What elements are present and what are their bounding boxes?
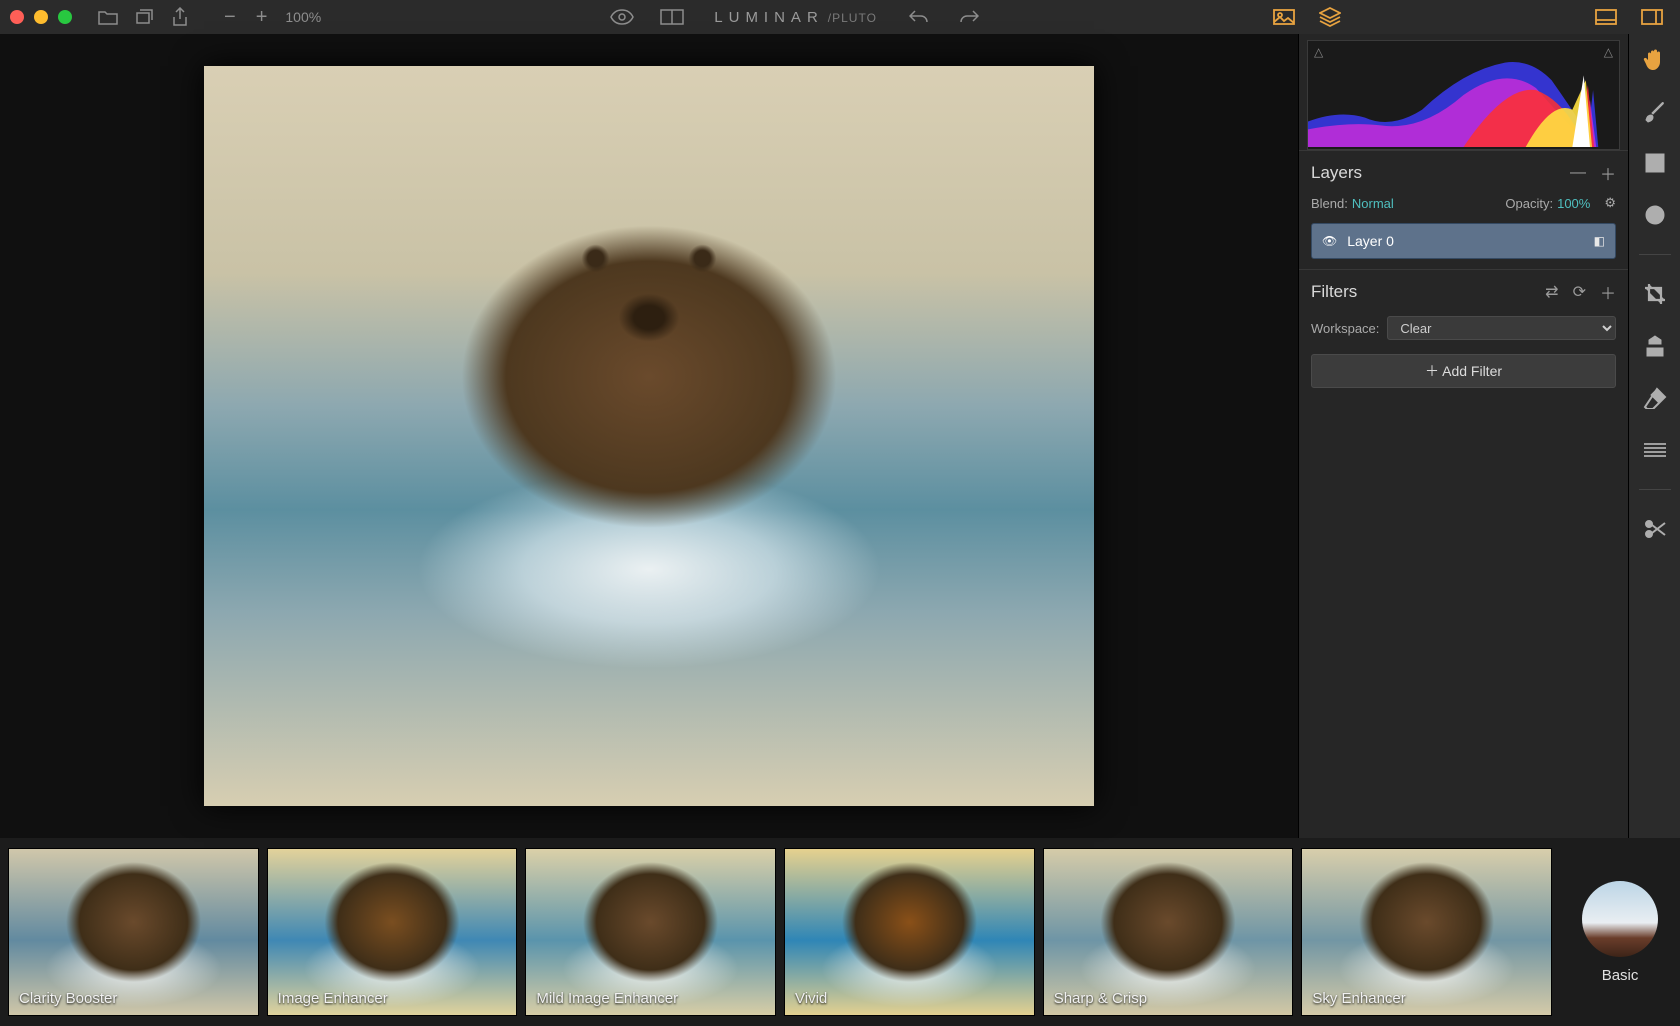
layer-mask-icon[interactable]: ◧ [1594, 234, 1605, 248]
preset-label: Vivid [795, 990, 827, 1007]
layer-item[interactable]: 👁 Layer 0 ◧ [1311, 223, 1616, 259]
panel-bottom-icon[interactable] [1594, 5, 1618, 29]
app-title: LUMINAR/PLUTO [714, 9, 877, 26]
workspace-select[interactable]: Clear [1387, 316, 1616, 340]
opacity-value[interactable]: 100% [1557, 196, 1590, 211]
brush-tool[interactable] [1640, 96, 1670, 126]
layers-title: Layers [1311, 163, 1362, 183]
image-canvas[interactable] [204, 66, 1094, 806]
layer-name: Layer 0 [1347, 233, 1394, 249]
preset-clarity-booster[interactable]: Clarity Booster [8, 848, 259, 1016]
preset-image-enhancer[interactable]: Image Enhancer [267, 848, 518, 1016]
zoom-out-button[interactable]: − [218, 6, 242, 29]
preset-mild-image-enhancer[interactable]: Mild Image Enhancer [525, 848, 776, 1016]
window-minimize-button[interactable] [34, 10, 48, 24]
remove-layer-button[interactable]: — [1570, 164, 1586, 182]
titlebar: − + 100% LUMINAR/PLUTO [0, 0, 1680, 34]
layers-panel: Layers — ＋ Blend: Normal Opacity: 100% ⚙… [1299, 150, 1628, 269]
scissors-tool[interactable] [1640, 514, 1670, 544]
preset-sky-enhancer[interactable]: Sky Enhancer [1301, 848, 1552, 1016]
undo-icon[interactable] [907, 5, 931, 29]
add-filter-button[interactable]: ＋ Add Filter [1311, 354, 1616, 388]
workspace-label: Workspace: [1311, 321, 1379, 336]
window-controls [10, 10, 72, 24]
preset-strip: Clarity Booster Image Enhancer Mild Imag… [0, 838, 1680, 1026]
preset-vivid[interactable]: Vivid [784, 848, 1035, 1016]
share-icon[interactable] [168, 5, 192, 29]
window-close-button[interactable] [10, 10, 24, 24]
compare-split-icon[interactable] [660, 5, 684, 29]
panel-side-icon[interactable] [1640, 5, 1664, 29]
preset-label: Sky Enhancer [1312, 990, 1405, 1007]
window-maximize-button[interactable] [58, 10, 72, 24]
blend-label: Blend: [1311, 196, 1348, 211]
zoom-value[interactable]: 100% [281, 9, 325, 25]
erase-tool[interactable] [1640, 383, 1670, 413]
preset-label: Clarity Booster [19, 990, 117, 1007]
preset-category-button[interactable]: Basic [1560, 848, 1680, 1016]
hand-tool[interactable] [1640, 44, 1670, 74]
layers-toggle-icon[interactable] [1318, 5, 1342, 29]
denoise-tool[interactable] [1640, 435, 1670, 465]
blend-mode-value[interactable]: Normal [1352, 196, 1394, 211]
histogram[interactable]: △ △ [1307, 40, 1620, 150]
filters-add-icon[interactable]: ＋ [1600, 280, 1616, 304]
filters-panel: Filters ⇄ ⟳ ＋ Workspace: Clear ＋ Add Fil… [1299, 269, 1628, 398]
preset-label: Sharp & Crisp [1054, 990, 1147, 1007]
preset-label: Mild Image Enhancer [536, 990, 678, 1007]
filters-compare-icon[interactable]: ⇄ [1545, 282, 1558, 302]
open-file-icon[interactable] [96, 5, 120, 29]
presets-toggle-icon[interactable] [1272, 5, 1296, 29]
preset-sharp-crisp[interactable]: Sharp & Crisp [1043, 848, 1294, 1016]
preset-category-icon [1582, 881, 1658, 957]
opacity-label: Opacity: [1505, 196, 1553, 211]
preset-category-label: Basic [1602, 967, 1639, 984]
layer-settings-icon[interactable]: ⚙ [1604, 195, 1616, 211]
redo-icon[interactable] [957, 5, 981, 29]
crop-tool[interactable] [1640, 279, 1670, 309]
tool-strip [1628, 34, 1680, 838]
side-panel: △ △ Layers — ＋ Blend: Normal Opacity: [1298, 34, 1628, 838]
filters-reset-icon[interactable]: ⟳ [1573, 282, 1586, 302]
filters-title: Filters [1311, 282, 1357, 302]
add-layer-button[interactable]: ＋ [1600, 161, 1616, 185]
gradient-tool[interactable] [1640, 148, 1670, 178]
layer-visibility-icon[interactable]: 👁 [1322, 234, 1337, 248]
zoom-in-button[interactable]: + [250, 6, 274, 29]
preview-eye-icon[interactable] [610, 5, 634, 29]
canvas-area[interactable] [0, 34, 1298, 838]
radial-tool[interactable] [1640, 200, 1670, 230]
zoom-controls: − + 100% [218, 6, 325, 29]
preset-label: Image Enhancer [278, 990, 388, 1007]
clone-stamp-tool[interactable] [1640, 331, 1670, 361]
batch-icon[interactable] [132, 5, 156, 29]
